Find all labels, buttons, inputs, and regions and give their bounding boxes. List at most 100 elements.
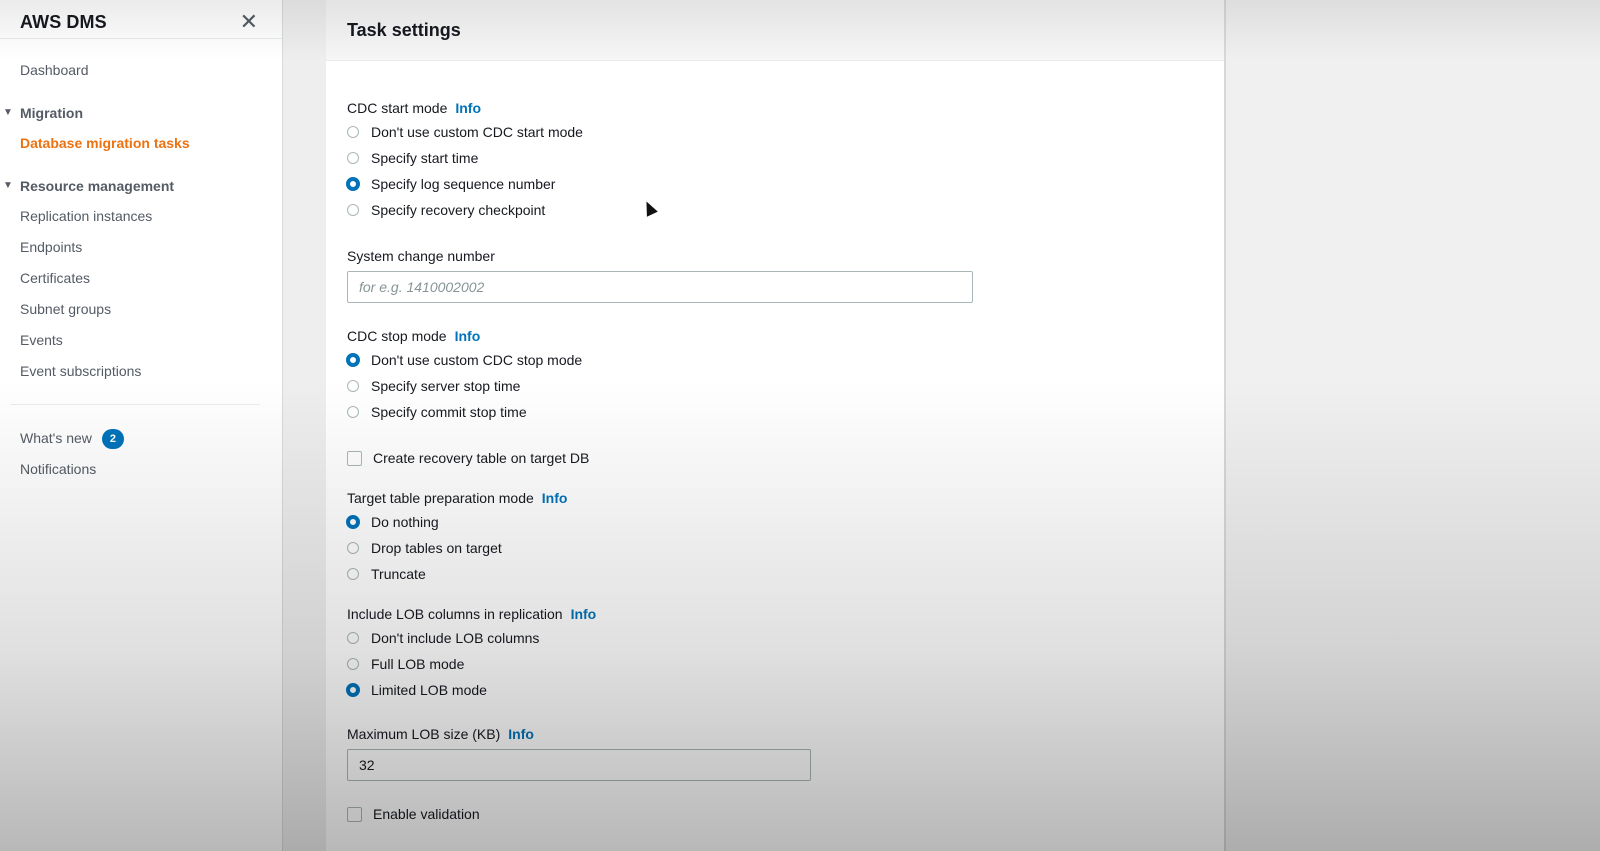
- max-lob-size-label: Maximum LOB size (KB): [347, 726, 501, 742]
- task-settings-panel: Task settings CDC start mode Info Don't u…: [326, 0, 1226, 851]
- field-label: Target table preparation mode Info: [347, 487, 1203, 509]
- sidebar-section-migration[interactable]: ▼ Migration: [0, 97, 282, 128]
- info-link[interactable]: Info: [455, 100, 481, 116]
- checkbox-option[interactable]: Create recovery table on target DB: [347, 445, 1203, 471]
- caret-down-icon: ▼: [3, 107, 13, 118]
- radio-option[interactable]: Don't use custom CDC stop mode: [346, 347, 1203, 373]
- sidebar-item-whats-new[interactable]: What's new 2: [0, 423, 282, 454]
- panel-body: CDC start mode Info Don't use custom CDC …: [326, 61, 1224, 827]
- sidebar-nav: Dashboard ▼ Migration Database migration…: [0, 39, 282, 485]
- radio-option[interactable]: Specify log sequence number: [346, 171, 1203, 197]
- radio-button[interactable]: [347, 126, 359, 138]
- radio-option[interactable]: Full LOB mode: [347, 651, 1203, 677]
- sidebar-section-label: Resource management: [20, 177, 175, 194]
- radio-button-selected[interactable]: [346, 353, 360, 367]
- sidebar-item-events[interactable]: Events: [0, 325, 282, 356]
- sidebar-item-subnet-groups[interactable]: Subnet groups: [0, 294, 282, 325]
- radio-label: Limited LOB mode: [371, 682, 487, 698]
- radio-option[interactable]: Limited LOB mode: [346, 677, 1203, 703]
- panel-header: Task settings: [326, 0, 1224, 61]
- radio-label: Don't include LOB columns: [371, 630, 540, 646]
- close-icon[interactable]: ✕: [240, 11, 258, 33]
- radio-option[interactable]: Do nothing: [346, 509, 1203, 535]
- radio-label: Specify server stop time: [371, 378, 521, 394]
- radio-button[interactable]: [347, 380, 359, 392]
- cdc-start-mode-label: CDC start mode: [347, 100, 448, 116]
- field-label: CDC stop mode Info: [347, 325, 1203, 347]
- radio-option[interactable]: Specify server stop time: [347, 373, 1203, 399]
- radio-option[interactable]: Specify recovery checkpoint: [347, 197, 1203, 223]
- system-change-number-input[interactable]: [347, 271, 973, 303]
- radio-option[interactable]: Don't use custom CDC start mode: [347, 119, 1203, 145]
- sidebar-item-endpoints[interactable]: Endpoints: [0, 232, 282, 263]
- sidebar-section-resource-management[interactable]: ▼ Resource management: [0, 170, 282, 201]
- checkbox-label: Enable validation: [373, 806, 480, 822]
- radio-label: Specify start time: [371, 150, 479, 166]
- panel-title: Task settings: [347, 19, 461, 40]
- field-label: Maximum LOB size (KB) Info: [347, 723, 1203, 745]
- caret-down-icon: ▼: [3, 180, 13, 191]
- sidebar-title: AWS DMS: [20, 11, 107, 32]
- system-change-number-label: System change number: [347, 248, 495, 264]
- sidebar-item-notifications[interactable]: Notifications: [0, 454, 282, 485]
- checkbox-label: Create recovery table on target DB: [373, 450, 590, 466]
- radio-button[interactable]: [347, 658, 359, 670]
- radio-label: Truncate: [371, 566, 426, 582]
- sidebar: AWS DMS ✕ Dashboard ▼ Migration Database…: [0, 0, 283, 851]
- radio-label: Full LOB mode: [371, 656, 465, 672]
- notification-count-badge: 2: [101, 429, 124, 450]
- radio-option[interactable]: Truncate: [347, 561, 1203, 587]
- radio-button[interactable]: [347, 568, 359, 580]
- radio-option[interactable]: Drop tables on target: [347, 535, 1203, 561]
- radio-label: Specify recovery checkpoint: [371, 202, 546, 218]
- info-link[interactable]: Info: [542, 490, 568, 506]
- max-lob-size-group: Maximum LOB size (KB) Info: [347, 723, 1203, 781]
- sidebar-section-label: Migration: [20, 104, 83, 121]
- enable-validation-checkbox[interactable]: [347, 806, 362, 822]
- cdc-start-mode-group: CDC start mode Info Don't use custom CDC …: [346, 97, 1203, 223]
- sidebar-divider: [10, 404, 260, 405]
- sidebar-item-certificates[interactable]: Certificates: [0, 263, 282, 294]
- radio-button-selected[interactable]: [346, 177, 360, 191]
- info-link[interactable]: Info: [455, 328, 481, 344]
- info-link[interactable]: Info: [508, 726, 534, 742]
- sidebar-item-event-subscriptions[interactable]: Event subscriptions: [0, 356, 282, 387]
- field-label: Include LOB columns in replication Info: [347, 603, 1203, 625]
- max-lob-size-input[interactable]: [347, 749, 811, 781]
- create-recovery-table-checkbox[interactable]: [347, 450, 362, 466]
- checkbox-option[interactable]: Enable validation: [347, 801, 1203, 827]
- content-gutter: [283, 0, 327, 851]
- sidebar-item-dashboard[interactable]: Dashboard: [0, 55, 282, 86]
- whats-new-label: What's new: [20, 430, 92, 446]
- radio-label: Specify commit stop time: [371, 404, 527, 420]
- lob-columns-group: Include LOB columns in replication Info D…: [346, 603, 1203, 703]
- radio-button[interactable]: [347, 152, 359, 164]
- cdc-stop-mode-label: CDC stop mode: [347, 328, 447, 344]
- sidebar-header: AWS DMS ✕: [0, 0, 282, 39]
- recovery-table-group: Create recovery table on target DB: [347, 445, 1203, 471]
- target-table-prep-group: Target table preparation mode Info Do not…: [346, 487, 1203, 587]
- sidebar-item-replication-instances[interactable]: Replication instances: [0, 201, 282, 232]
- radio-option[interactable]: Specify start time: [347, 145, 1203, 171]
- radio-label: Specify log sequence number: [371, 176, 556, 192]
- radio-button[interactable]: [347, 204, 359, 216]
- radio-label: Drop tables on target: [371, 540, 502, 556]
- radio-button[interactable]: [347, 406, 359, 418]
- radio-button[interactable]: [347, 632, 359, 644]
- radio-button[interactable]: [347, 542, 359, 554]
- radio-option[interactable]: Don't include LOB columns: [347, 625, 1203, 651]
- radio-button-selected[interactable]: [346, 515, 360, 529]
- validation-group: Enable validation: [347, 801, 1203, 827]
- target-table-prep-label: Target table preparation mode: [347, 490, 534, 506]
- cdc-stop-mode-group: CDC stop mode Info Don't use custom CDC s…: [346, 325, 1203, 425]
- info-link[interactable]: Info: [571, 606, 597, 622]
- radio-option[interactable]: Specify commit stop time: [347, 399, 1203, 425]
- field-label: CDC start mode Info: [347, 97, 1203, 119]
- radio-label: Do nothing: [371, 514, 439, 530]
- radio-label: Don't use custom CDC stop mode: [371, 352, 583, 368]
- system-change-number-group: System change number: [347, 245, 1203, 303]
- lob-columns-label: Include LOB columns in replication: [347, 606, 563, 622]
- radio-label: Don't use custom CDC start mode: [371, 124, 583, 140]
- radio-button-selected[interactable]: [346, 683, 360, 697]
- sidebar-item-database-migration-tasks[interactable]: Database migration tasks: [0, 128, 282, 159]
